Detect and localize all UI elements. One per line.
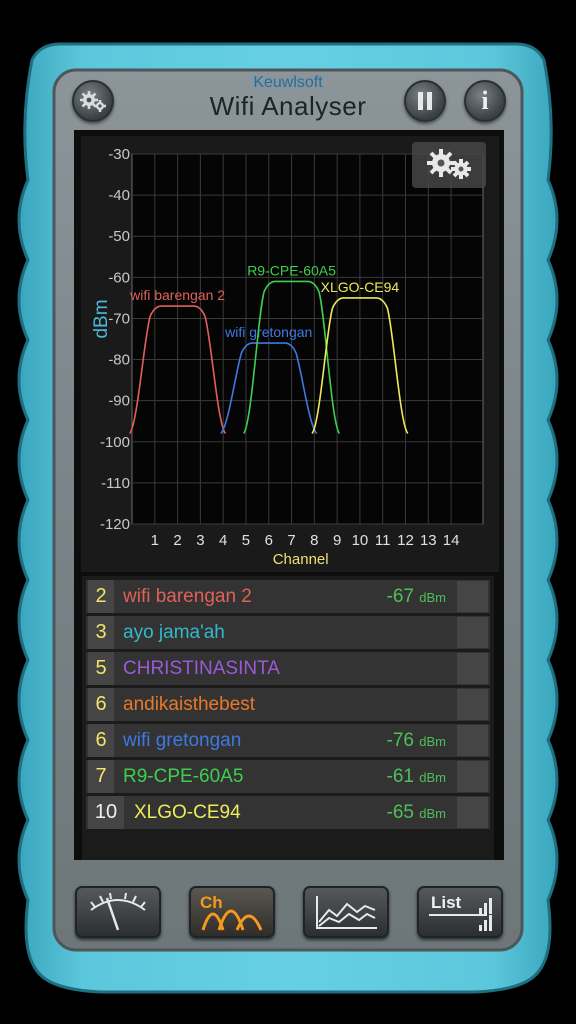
network-row[interactable]: 6 andikaisthebest	[86, 688, 490, 721]
x-tick-label: 9	[333, 532, 341, 549]
network-checkbox[interactable]	[457, 617, 488, 648]
signal-value: -76	[386, 730, 414, 751]
gears-icon	[80, 91, 106, 112]
x-tick-label: 13	[420, 532, 437, 549]
x-tick-label: 14	[443, 532, 460, 549]
time-graph-icon	[316, 896, 377, 929]
x-tick-label: 12	[397, 532, 414, 549]
y-tick-label: -100	[100, 434, 130, 451]
channel-chart: -30-40-50-60-70-80-90-100-110-1201 2 3 4 5 6 7…	[91, 146, 484, 568]
network-row[interactable]: 3 ayo jama'ah	[86, 616, 490, 649]
y-tick-label: -80	[108, 352, 130, 369]
series-label: R9-CPE-60A5	[247, 262, 336, 278]
signal-meter-button[interactable]	[75, 886, 161, 938]
info-icon: i	[481, 86, 489, 115]
list-bars-icon	[429, 898, 492, 931]
network-row[interactable]: 2 wifi barengan 2 -67 dBm	[86, 580, 490, 613]
x-tick-label: 7	[287, 532, 295, 549]
y-tick-label: -60	[108, 269, 130, 286]
x-tick-label: 10	[352, 532, 369, 549]
channel-number: 5	[88, 652, 114, 685]
network-ssid: CHRISTINASINTA	[123, 658, 280, 679]
list-view-button[interactable]: List	[417, 886, 503, 938]
network-row[interactable]: 7 R9-CPE-60A5 -61 dBm	[86, 760, 490, 793]
signal-unit: dBm	[419, 806, 446, 821]
signal-unit: dBm	[419, 770, 446, 785]
y-tick-label: -110	[101, 475, 130, 492]
signal-value: -61	[386, 766, 414, 787]
network-checkbox[interactable]	[457, 581, 488, 612]
channel-number: 2	[88, 580, 114, 613]
brand-name: Keuwlsoft	[253, 74, 323, 91]
network-ssid: R9-CPE-60A5	[123, 766, 244, 787]
info-button[interactable]: i	[464, 80, 506, 122]
network-ssid: wifi gretongan	[123, 730, 242, 751]
network-ssid: ayo jama'ah	[123, 622, 225, 643]
network-row[interactable]: 6 wifi gretongan -76 dBm	[86, 724, 490, 757]
x-axis-label: Channel	[273, 551, 329, 568]
channel-number: 3	[88, 616, 114, 649]
signal-value: -67	[386, 586, 414, 607]
x-tick-label: 8	[310, 532, 318, 549]
network-row[interactable]: 5 CHRISTINASINTA	[86, 652, 490, 685]
network-checkbox[interactable]	[457, 761, 488, 792]
x-tick-label: 1	[151, 532, 159, 549]
channel-waves-icon	[201, 909, 263, 931]
network-checkbox[interactable]	[457, 653, 488, 684]
y-tick-label: -40	[108, 187, 130, 204]
channel-number: 6	[88, 688, 114, 721]
channel-number: 10	[88, 796, 124, 829]
y-axis-label: dBm	[91, 299, 112, 338]
app-brand: Keuwlsoft Wifi Analyser	[188, 74, 388, 120]
chart-settings-button[interactable]	[412, 142, 486, 188]
x-tick-label: 2	[173, 532, 181, 549]
time-graph-button[interactable]	[303, 886, 389, 938]
network-checkbox[interactable]	[457, 797, 488, 828]
network-checkbox[interactable]	[457, 689, 488, 720]
x-tick-label: 3	[196, 532, 204, 549]
channel-number: 6	[88, 724, 114, 757]
series-label: wifi gretongan	[224, 324, 312, 340]
signal-meter-icon	[90, 892, 146, 931]
signal-strength: -67 dBm	[387, 580, 446, 614]
network-ssid: XLGO-CE94	[134, 802, 241, 823]
x-tick-label: 5	[242, 532, 250, 549]
channel-view-button[interactable]: Ch	[189, 886, 275, 938]
network-row[interactable]: 10 XLGO-CE94 -65 dBm	[86, 796, 490, 829]
app-title: Wifi Analyser	[209, 91, 367, 121]
series-label: XLGO-CE94	[321, 279, 400, 295]
network-ssid: wifi barengan 2	[123, 586, 252, 607]
x-tick-label: 11	[375, 532, 391, 549]
network-checkbox[interactable]	[457, 725, 488, 756]
x-tick-label: 6	[265, 532, 273, 549]
series-label: wifi barengan 2	[129, 287, 225, 303]
channel-number: 7	[88, 760, 114, 793]
x-tick-label: 4	[219, 532, 227, 549]
signal-unit: dBm	[419, 734, 446, 749]
settings-button[interactable]	[72, 80, 114, 122]
y-tick-label: -50	[108, 228, 130, 245]
signal-strength: -61 dBm	[387, 760, 446, 794]
signal-strength: -65 dBm	[387, 796, 446, 830]
signal-value: -65	[386, 802, 414, 823]
signal-strength: -76 dBm	[387, 724, 446, 758]
signal-unit: dBm	[419, 590, 446, 605]
network-list: 2 wifi barengan 2 -67 dBm 3 ayo jama'ah …	[86, 580, 490, 856]
pause-icon	[418, 92, 432, 110]
gears-icon	[427, 149, 471, 179]
pause-button[interactable]	[404, 80, 446, 122]
y-tick-label: -30	[108, 146, 130, 163]
y-tick-label: -120	[100, 516, 130, 533]
network-ssid: andikaisthebest	[123, 694, 256, 715]
y-tick-label: -90	[108, 393, 130, 410]
